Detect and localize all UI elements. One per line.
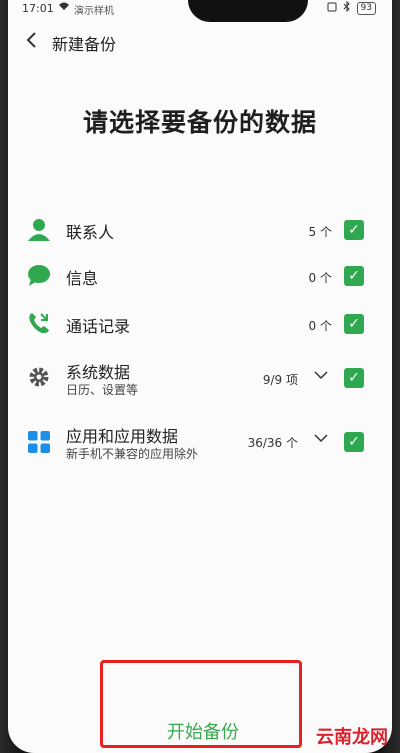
item-label: 通话记录	[66, 317, 131, 336]
item-count: 5 个	[308, 225, 332, 239]
call-log-icon	[26, 310, 52, 336]
message-bubble-icon	[26, 262, 52, 288]
backup-item-contacts[interactable]: 联系人 5 个 ✓	[8, 214, 392, 246]
gear-icon	[26, 364, 52, 390]
chevron-down-icon[interactable]	[314, 431, 328, 447]
bluetooth-icon	[343, 0, 351, 15]
item-checkbox[interactable]: ✓	[344, 220, 364, 240]
status-carrier: 演示样机	[74, 6, 114, 17]
back-arrow-icon[interactable]	[24, 30, 38, 53]
item-checkbox[interactable]: ✓	[344, 368, 364, 388]
chevron-down-icon[interactable]	[314, 368, 328, 384]
item-label: 信息	[66, 269, 99, 288]
header-bar: 新建备份	[8, 28, 392, 58]
status-right-group: 93	[327, 0, 376, 15]
wifi-icon	[58, 1, 70, 14]
item-count: 36/36 个	[247, 436, 298, 450]
item-count: 0 个	[308, 271, 332, 285]
page-title: 请选择要备份的数据	[82, 108, 317, 137]
apps-grid-icon	[26, 429, 52, 455]
camera-notch	[188, 0, 308, 22]
contact-person-icon	[26, 216, 52, 242]
header-title: 新建备份	[52, 35, 117, 54]
watermark: 云南龙网	[316, 727, 388, 748]
item-subtitle: 日历、设置等	[66, 383, 139, 397]
backup-item-apps[interactable]: 应用和应用数据 新手机不兼容的应用除外 36/36 个 ✓	[8, 422, 392, 466]
item-checkbox[interactable]: ✓	[344, 266, 364, 286]
status-time: 17:01	[22, 2, 54, 15]
item-checkbox[interactable]: ✓	[344, 314, 364, 334]
highlight-box	[100, 660, 302, 748]
backup-item-messages[interactable]: 信息 0 个 ✓	[8, 260, 392, 292]
backup-item-system-data[interactable]: 系统数据 日历、设置等 9/9 项 ✓	[8, 356, 392, 400]
item-label: 联系人	[66, 223, 115, 242]
item-label: 应用和应用数据	[66, 427, 179, 446]
phone-screen: 17:01 演示样机 93 新建备份 请选择要备份的数据 联系人 5 个 ✓ 信…	[8, 0, 392, 753]
item-count: 9/9 项	[262, 373, 298, 387]
backup-item-call-logs[interactable]: 通话记录 0 个 ✓	[8, 308, 392, 340]
item-checkbox[interactable]: ✓	[344, 432, 364, 452]
sim-icon	[327, 2, 337, 15]
battery-indicator: 93	[356, 1, 376, 15]
item-label: 系统数据	[66, 363, 131, 382]
item-count: 0 个	[308, 319, 332, 333]
item-subtitle: 新手机不兼容的应用除外	[66, 447, 199, 461]
